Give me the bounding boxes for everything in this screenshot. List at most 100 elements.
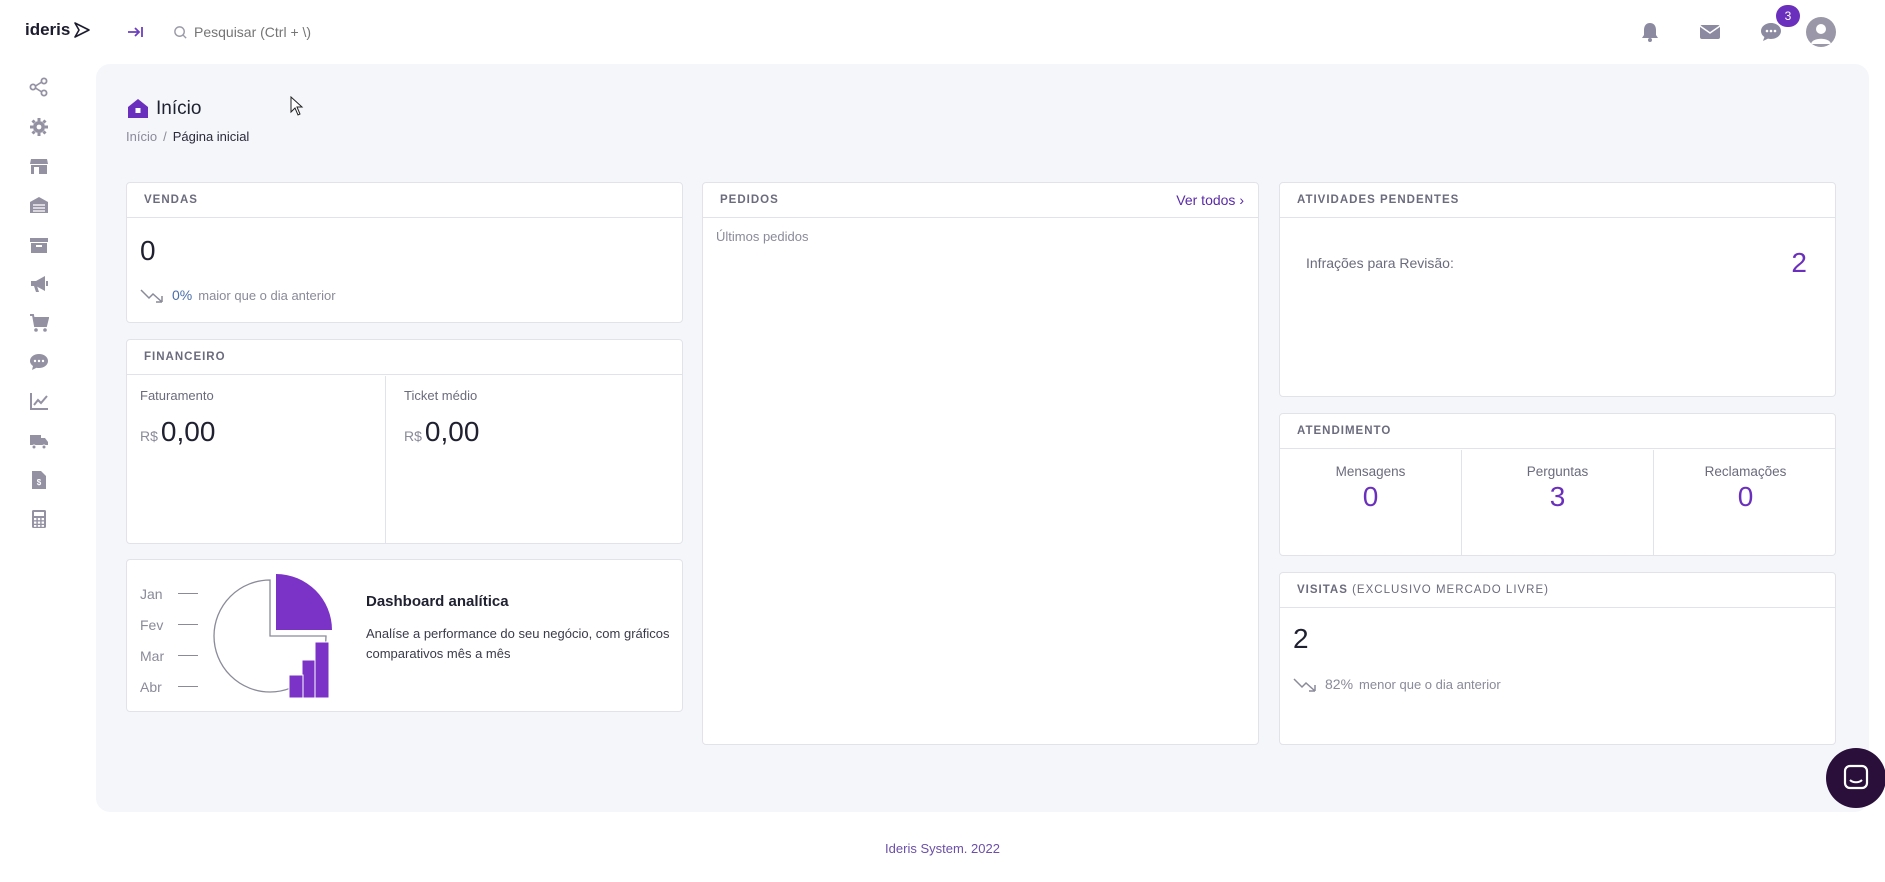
visitas-header: VISITAS (EXCLUSIVO MERCADO LIVRE) [1280, 573, 1835, 608]
store-icon [30, 159, 48, 174]
sidebar-toggle-icon[interactable] [126, 22, 146, 42]
ticket-label: Ticket médio [404, 388, 478, 403]
chat-badge: 3 [1776, 5, 1800, 27]
faturamento-currency: R$ [140, 428, 158, 444]
mensagens-value: 0 [1362, 481, 1379, 512]
infracoes-value[interactable]: 2 [1791, 247, 1807, 279]
trend-down-icon [140, 289, 163, 303]
promo-description: Analíse a performance do seu negócio, co… [366, 626, 670, 661]
breadcrumb-current: Página inicial [172, 129, 250, 144]
vendas-card: VENDAS 0 0% maior que o dia anterior [126, 182, 683, 323]
visitas-header-title: VISITAS [1297, 584, 1348, 596]
avatar[interactable] [1806, 17, 1836, 47]
promo-month: Jan [140, 578, 198, 609]
calculator-icon [32, 510, 46, 528]
sidebar-item-store[interactable] [29, 156, 49, 176]
ticket-currency: R$ [404, 428, 422, 444]
sidebar-item-integrations[interactable] [29, 77, 49, 97]
sidebar-item-shipping[interactable] [29, 431, 49, 451]
mail-icon[interactable] [1698, 20, 1722, 44]
sidebar-item-invoices[interactable]: $ [29, 470, 49, 490]
trend-down-icon [1293, 678, 1316, 692]
home-icon [128, 99, 148, 118]
visitas-value: 2 [1293, 623, 1309, 654]
visitas-trend: 82% menor que o dia anterior [1293, 676, 1501, 692]
pedidos-subtitle: Últimos pedidos [716, 229, 809, 244]
visitas-trend-pct: 82% [1325, 676, 1354, 692]
megaphone-icon [31, 276, 48, 292]
promo-month: Mar [140, 640, 198, 671]
vendas-trend: 0% maior que o dia anterior [140, 287, 336, 303]
visitas-header-sub: (EXCLUSIVO MERCADO LIVRE) [1352, 584, 1549, 596]
perguntas-stat[interactable]: Perguntas 3 [1462, 450, 1653, 555]
atendimento-header: ATENDIMENTO [1280, 414, 1835, 449]
main-content: Início Início / Página inicial VENDAS 0 0%… [96, 64, 1869, 812]
dashboard-promo-card[interactable]: Jan Fev Mar Abr Dashboard analítica Anal… [126, 559, 683, 712]
atividades-header: ATIVIDADES PENDENTES [1280, 183, 1835, 218]
ticket-value: R$ 0,00 [404, 416, 479, 448]
sidebar-item-orders[interactable] [29, 313, 50, 333]
ticket-amount: 0,00 [424, 416, 480, 447]
app-logo-text: ideris [25, 20, 71, 39]
ver-todos-link[interactable]: Ver todos › [1176, 183, 1244, 218]
notification-bell-icon[interactable] [1638, 20, 1662, 44]
support-chat-icon [1843, 764, 1869, 790]
sidebar-item-warehouse[interactable] [29, 195, 49, 215]
vendas-header: VENDAS [127, 183, 682, 218]
user-avatar-icon [1811, 24, 1831, 44]
gear-icon [30, 118, 48, 136]
archive-icon [30, 238, 48, 253]
mensagens-stat[interactable]: Mensagens 0 [1280, 450, 1461, 555]
promo-month: Abr [140, 671, 198, 702]
faturamento-col: Faturamento R$ 0,00 [127, 376, 385, 543]
reclamacoes-label: Reclamações [1704, 464, 1787, 479]
infracoes-label: Infrações para Revisão: [1306, 255, 1454, 271]
atendimento-card: ATENDIMENTO Mensagens 0 Perguntas 3 Recl… [1279, 413, 1836, 556]
breadcrumb-separator: / [163, 129, 167, 144]
promo-months: Jan Fev Mar Abr [140, 578, 198, 702]
app-logo[interactable]: ideris [25, 20, 91, 40]
vendas-trend-text: maior que o dia anterior [198, 287, 336, 303]
reclamacoes-value: 0 [1737, 481, 1754, 512]
vendas-trend-pct: 0% [172, 287, 193, 303]
ticket-col: Ticket médio R$ 0,00 [391, 376, 649, 543]
pedidos-header: PEDIDOS Ver todos › [703, 183, 1258, 218]
warehouse-icon [30, 197, 48, 213]
invoice-icon: $ [32, 471, 46, 489]
page-title-text: Início [156, 98, 202, 119]
sidebar-item-calculator[interactable] [29, 509, 49, 529]
footer: Ideris System. 2022 [885, 841, 1000, 856]
sidebar-item-marketing[interactable] [29, 274, 49, 294]
support-chat-button[interactable] [1826, 748, 1885, 808]
page-title: Início [126, 97, 201, 121]
pedidos-card: PEDIDOS Ver todos › Últimos pedidos [702, 182, 1259, 745]
sidebar-item-settings[interactable] [29, 117, 49, 137]
financeiro-divider [385, 376, 386, 543]
search-input[interactable] [194, 24, 434, 40]
promo-month: Fev [140, 609, 198, 640]
chart-line-icon [30, 393, 48, 410]
search-bar[interactable] [173, 20, 434, 44]
mouse-cursor-icon [290, 96, 304, 116]
promo-illustration [213, 574, 332, 699]
breadcrumb-root[interactable]: Início [126, 129, 157, 144]
faturamento-label: Faturamento [140, 388, 214, 403]
reclamacoes-stat[interactable]: Reclamações 0 [1654, 450, 1837, 555]
perguntas-label: Perguntas [1526, 464, 1589, 479]
mensagens-label: Mensagens [1335, 464, 1406, 479]
financeiro-card: FINANCEIRO Faturamento R$ 0,00 Ticket mé… [126, 339, 683, 544]
faturamento-amount: 0,00 [160, 416, 216, 447]
svg-text:$: $ [37, 478, 42, 487]
sidebar-item-messages[interactable] [29, 352, 49, 372]
search-icon [174, 25, 187, 39]
pedidos-header-title: PEDIDOS [720, 194, 779, 206]
promo-title: Dashboard analítica [366, 593, 509, 610]
sidebar-item-reports[interactable] [29, 391, 49, 411]
top-bar: ideris 3 [0, 0, 1885, 64]
visitas-trend-text: menor que o dia anterior [1359, 676, 1501, 692]
chat-icon [30, 354, 48, 370]
atividades-card: ATIVIDADES PENDENTES Infrações para Revi… [1279, 182, 1836, 397]
truck-icon [30, 435, 48, 450]
sidebar-item-archive[interactable] [29, 235, 49, 255]
share-icon [29, 77, 48, 97]
